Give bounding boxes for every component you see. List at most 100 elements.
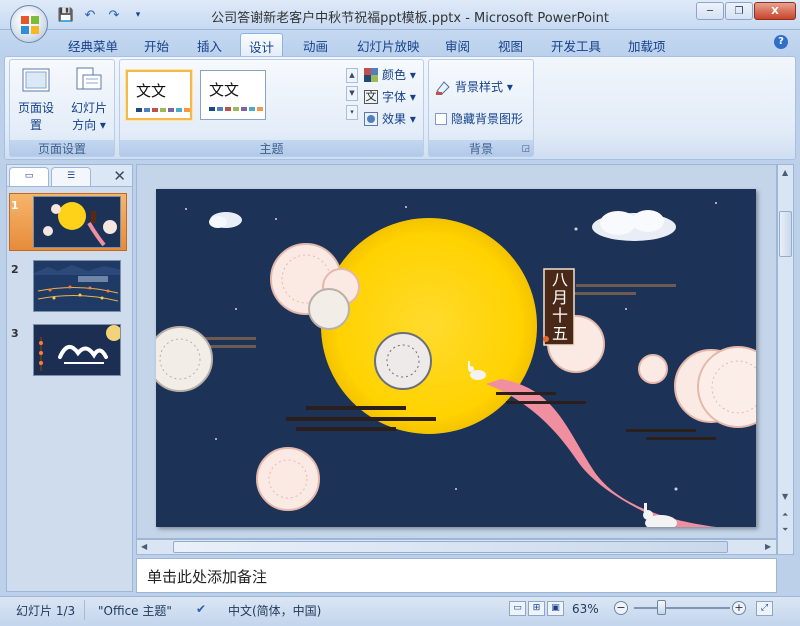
theme-thumbnail-2[interactable]: 文文	[200, 70, 266, 120]
undo-icon[interactable]: ↶	[80, 6, 100, 24]
close-button[interactable]: X	[754, 2, 796, 20]
notes-pane[interactable]: 单击此处添加备注	[136, 558, 777, 593]
office-button[interactable]	[10, 5, 48, 43]
page-setup-icon	[22, 68, 50, 92]
tab-view[interactable]: 视图	[490, 33, 531, 56]
orientation-label-line2: 方向 ▾	[72, 118, 106, 132]
theme-fonts-button[interactable]: 文 字体 ▾	[364, 88, 416, 105]
gallery-scroll-down[interactable]: ▼	[346, 86, 358, 101]
background-group-label: 背景	[429, 140, 533, 156]
orientation-label-line1: 幻灯片	[70, 101, 107, 115]
slides-pane: ▭ ☰ ✕ 1 2 3	[6, 164, 133, 592]
next-slide-icon[interactable]: ⏷	[782, 525, 788, 535]
theme-thumbnail-text: 文文	[209, 81, 240, 99]
ribbon-panel: 页面设置 幻灯片 方向 ▾ 页面设置 文文 文文 ▲ ▼ ▾ 颜色 ▾ 文 字体…	[4, 56, 796, 160]
page-setup-label: 页面设置	[17, 101, 54, 132]
zoom-level: 63%	[572, 602, 599, 616]
slide-number: 1	[11, 199, 19, 212]
theme-name: "Office 主题"	[98, 604, 172, 618]
hide-background-label: 隐藏背景图形	[451, 112, 524, 126]
zoom-in-icon[interactable]: +	[732, 601, 746, 615]
close-pane-icon[interactable]: ✕	[113, 167, 126, 185]
tab-design[interactable]: 设计	[240, 33, 284, 56]
slide-thumbnail-3-image	[34, 325, 120, 375]
scroll-right-icon[interactable]: ▶	[765, 542, 771, 551]
background-styles-button[interactable]: 背景样式 ▾	[435, 78, 513, 95]
vertical-scrollbar[interactable]: ▲ ▼ ⏶ ⏷	[777, 164, 794, 555]
slide-show-view-icon[interactable]: ▣	[547, 601, 564, 616]
spell-check-icon[interactable]: ✔	[196, 602, 206, 616]
help-icon[interactable]: ?	[774, 35, 788, 49]
save-icon[interactable]: 💾	[56, 6, 76, 24]
gallery-more[interactable]: ▾	[346, 105, 358, 120]
page-setup-group-label: 页面设置	[10, 140, 114, 156]
theme-thumbnail-office[interactable]: 文文	[126, 70, 192, 120]
hide-background-checkbox[interactable]	[435, 112, 447, 125]
slide-thumbnail-2-image	[34, 261, 120, 311]
theme-swatches	[209, 107, 263, 111]
tab-home[interactable]: 开始	[136, 33, 177, 56]
group-background: 背景样式 ▾ 隐藏背景图形 背景 ◲	[428, 59, 534, 157]
horizontal-scroll-thumb[interactable]	[173, 541, 728, 553]
tab-developer[interactable]: 开发工具	[543, 33, 609, 56]
tab-slide-show[interactable]: 幻灯片放映	[349, 33, 428, 56]
group-themes: 文文 文文 ▲ ▼ ▾ 颜色 ▾ 文 字体 ▾ 效果 ▾ 主题	[119, 59, 424, 157]
slide-sorter-view-icon[interactable]: ⊞	[528, 601, 545, 616]
pane-tabs: ▭ ☰ ✕	[7, 165, 132, 187]
office-logo-icon	[21, 16, 39, 34]
slide-thumbnail-1-image	[34, 197, 120, 247]
dialog-launcher-icon[interactable]: ◲	[521, 144, 530, 154]
background-styles-label: 背景样式 ▾	[455, 80, 513, 94]
tab-add-ins[interactable]: 加载项	[620, 33, 674, 56]
window-title: 公司答谢新老客户中秋节祝福ppt模板.pptx - Microsoft Powe…	[211, 11, 609, 26]
scroll-left-icon[interactable]: ◀	[141, 542, 147, 551]
normal-view-icon[interactable]: ▭	[509, 601, 526, 616]
themes-group-label: 主题	[120, 140, 423, 156]
restore-button[interactable]: ❐	[725, 2, 753, 20]
slide-vertical-text: 八月十五	[551, 270, 568, 343]
scroll-down-icon[interactable]: ▼	[782, 492, 788, 501]
tab-classic-menu[interactable]: 经典菜单	[60, 33, 126, 56]
slide-orientation-icon	[76, 67, 102, 90]
fit-to-window-icon[interactable]: ⤢	[756, 601, 773, 616]
zoom-out-icon[interactable]: −	[614, 601, 628, 615]
vertical-scroll-thumb[interactable]	[779, 211, 792, 257]
group-page-setup: 页面设置 幻灯片 方向 ▾ 页面设置	[9, 59, 115, 157]
gallery-scroll-up[interactable]: ▲	[346, 68, 358, 83]
language-indicator[interactable]: 中文(简体，中国)	[228, 602, 321, 619]
tab-animations[interactable]: 动画	[295, 33, 336, 56]
horizontal-scrollbar[interactable]: ◀ ▶	[136, 539, 777, 555]
slide-canvas[interactable]: 八月十五	[156, 189, 756, 527]
redo-icon[interactable]: ↷	[104, 6, 124, 24]
effects-label: 效果 ▾	[382, 112, 416, 126]
scroll-up-icon[interactable]: ▲	[782, 168, 788, 177]
slide-number: 3	[11, 327, 19, 340]
qat-customize-icon[interactable]: ▾	[128, 6, 148, 24]
fonts-label: 字体 ▾	[382, 90, 416, 104]
theme-effects-button[interactable]: 效果 ▾	[364, 110, 416, 127]
slide-orientation-button[interactable]: 幻灯片 方向 ▾	[66, 66, 112, 133]
tab-slides-icon[interactable]: ▭	[9, 167, 49, 186]
effects-icon	[364, 111, 378, 126]
slide-counter: 幻灯片 1/3	[16, 604, 76, 618]
theme-swatches	[136, 108, 190, 112]
divider	[84, 600, 85, 620]
previous-slide-icon[interactable]: ⏶	[782, 510, 788, 520]
minimize-button[interactable]: ─	[696, 2, 724, 20]
zoom-slider-thumb[interactable]	[657, 600, 667, 615]
slide-number: 2	[11, 263, 19, 276]
background-styles-icon	[436, 80, 450, 95]
hide-background-graphics[interactable]: 隐藏背景图形	[435, 110, 523, 127]
window-controls: ─ ❐ X	[696, 2, 796, 20]
slide-thumbnail-2[interactable]	[33, 260, 121, 312]
tab-review[interactable]: 审阅	[437, 33, 478, 56]
theme-colors-button[interactable]: 颜色 ▾	[364, 66, 416, 83]
zoom-slider-track[interactable]	[634, 607, 730, 609]
page-setup-button[interactable]: 页面设置	[14, 66, 58, 133]
tab-insert[interactable]: 插入	[189, 33, 230, 56]
slide-artwork	[156, 189, 756, 527]
slide-thumbnail-1[interactable]	[33, 196, 121, 248]
slide-thumbnail-3[interactable]	[33, 324, 121, 376]
moon	[321, 218, 537, 434]
tab-outline-icon[interactable]: ☰	[51, 167, 91, 186]
